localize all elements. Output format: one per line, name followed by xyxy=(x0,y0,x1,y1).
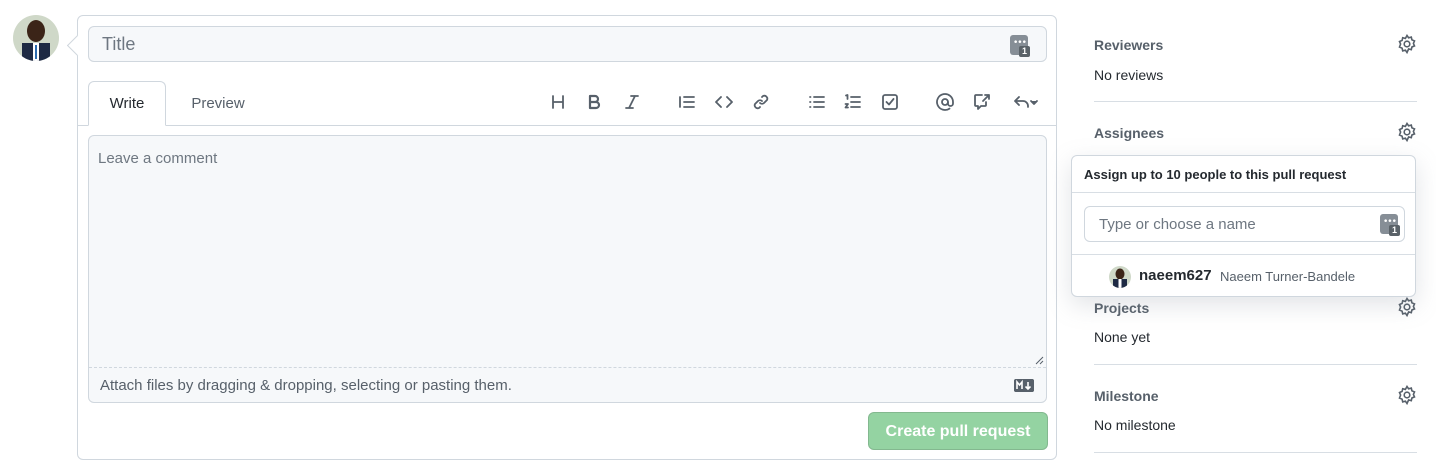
italic-icon[interactable] xyxy=(618,88,646,116)
heading-icon[interactable] xyxy=(544,88,572,116)
popover-filter: •••1 xyxy=(1072,193,1415,255)
projects-heading[interactable]: Projects xyxy=(1094,300,1149,316)
sidebar-divider xyxy=(1094,452,1417,453)
attach-files-bar[interactable]: Attach files by dragging & dropping, sel… xyxy=(89,367,1046,402)
assignees-popover: Assign up to 10 people to this pull requ… xyxy=(1071,155,1416,297)
reviewers-value: No reviews xyxy=(1094,67,1164,83)
create-pull-request-button[interactable]: Create pull request xyxy=(868,412,1048,450)
quote-icon[interactable] xyxy=(673,88,701,116)
bold-icon[interactable] xyxy=(580,88,608,116)
title-input[interactable] xyxy=(88,26,1047,62)
projects-value: None yet xyxy=(1094,329,1151,345)
comment-box: Attach files by dragging & dropping, sel… xyxy=(88,135,1047,403)
resize-handle[interactable] xyxy=(1034,355,1044,365)
numbered-list-icon[interactable] xyxy=(839,88,867,116)
sidebar-divider xyxy=(1094,101,1417,102)
code-icon[interactable] xyxy=(710,88,738,116)
assignee-search-input[interactable] xyxy=(1084,206,1405,242)
projects-section: Projects None yet xyxy=(1094,296,1417,360)
user-avatar xyxy=(1109,266,1131,288)
author-avatar[interactable] xyxy=(13,15,59,61)
tab-write[interactable]: Write xyxy=(88,81,166,126)
bulleted-list-icon[interactable] xyxy=(803,88,831,116)
pull-request-form: •••1 Write Preview xyxy=(77,15,1057,460)
assignees-heading[interactable]: Assignees xyxy=(1094,125,1164,141)
projects-gear-icon[interactable] xyxy=(1397,296,1417,318)
assignee-option[interactable]: naeem627 Naeem Turner-Bandele xyxy=(1072,256,1415,296)
reviewers-section: Reviewers No reviews xyxy=(1094,33,1417,97)
password-manager-icon[interactable]: ••• 1 xyxy=(1380,214,1400,236)
reviewers-heading[interactable]: Reviewers xyxy=(1094,37,1163,53)
saved-replies-icon[interactable] xyxy=(1008,88,1044,116)
assignees-section: Assignees xyxy=(1094,121,1417,155)
markdown-icon[interactable] xyxy=(1014,379,1034,392)
mention-icon[interactable] xyxy=(931,88,959,116)
comment-textarea[interactable] xyxy=(89,136,1046,367)
milestone-value: No milestone xyxy=(1094,417,1176,433)
tab-preview[interactable]: Preview xyxy=(178,81,258,126)
assignees-gear-icon[interactable] xyxy=(1397,121,1417,143)
password-manager-icon[interactable]: ••• 1 xyxy=(1010,35,1030,57)
cross-reference-icon[interactable] xyxy=(968,88,996,116)
user-full-name: Naeem Turner-Bandele xyxy=(1220,269,1356,284)
milestone-gear-icon[interactable] xyxy=(1397,384,1417,406)
sidebar-divider xyxy=(1094,364,1417,365)
attach-files-text: Attach files by dragging & dropping, sel… xyxy=(100,377,512,394)
reviewers-gear-icon[interactable] xyxy=(1397,33,1417,55)
popover-header: Assign up to 10 people to this pull requ… xyxy=(1072,156,1415,193)
link-icon[interactable] xyxy=(747,88,775,116)
task-list-icon[interactable] xyxy=(876,88,904,116)
user-login: naeem627 xyxy=(1139,267,1212,284)
milestone-section: Milestone No milestone xyxy=(1094,384,1417,448)
milestone-heading[interactable]: Milestone xyxy=(1094,388,1159,404)
